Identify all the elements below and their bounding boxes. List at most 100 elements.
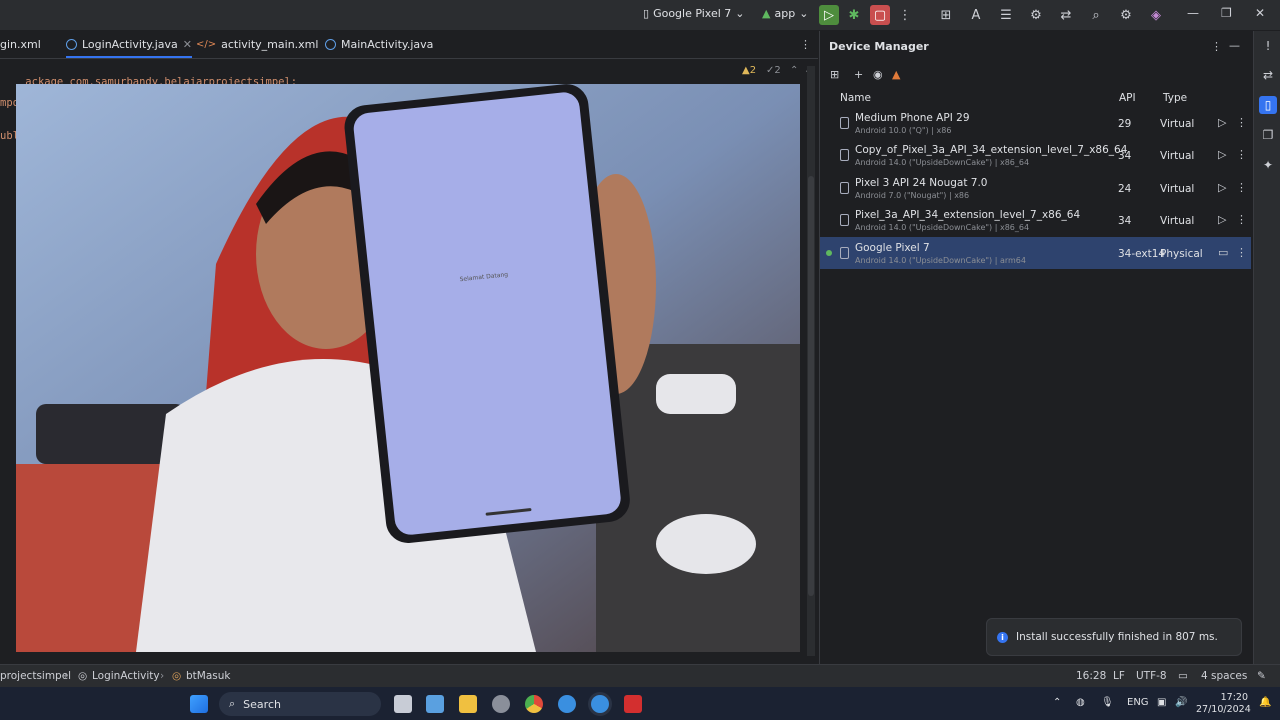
close-tab-icon[interactable]: ✕ xyxy=(183,38,192,51)
amd-software-icon[interactable] xyxy=(624,695,642,713)
device-row[interactable]: Medium Phone API 29 Android 10.0 ("Q") |… xyxy=(820,107,1251,139)
translate-icon[interactable]: A xyxy=(966,5,986,25)
lock-icon[interactable]: ✎ xyxy=(1257,670,1266,682)
microphone-icon[interactable]: 🎙 xyxy=(1101,697,1114,708)
file-encoding[interactable]: UTF-8 xyxy=(1136,670,1167,682)
search-label: Search xyxy=(243,697,281,711)
more-icon[interactable]: ⋮ xyxy=(1236,116,1247,129)
file-explorer-icon[interactable] xyxy=(459,695,477,713)
cursor-position[interactable]: 16:28 xyxy=(1076,670,1106,682)
mirror-device-icon[interactable]: ▭ xyxy=(1218,246,1228,259)
photos-icon[interactable] xyxy=(426,695,444,713)
sync-icon[interactable]: ☰ xyxy=(996,5,1016,25)
camera-icon[interactable] xyxy=(492,695,510,713)
device-type: Virtual xyxy=(1160,150,1195,162)
webcam-scene-image: Selamat Datang xyxy=(16,84,800,652)
device-type: Physical xyxy=(1160,248,1203,260)
device-api: 34 xyxy=(1118,150,1132,162)
warnings-indicator[interactable]: ▲2 xyxy=(742,65,756,76)
more-icon[interactable]: ⋮ xyxy=(1236,181,1247,194)
settings-icon[interactable]: ⚙ xyxy=(1116,5,1136,25)
notification-toast[interactable]: i Install successfully finished in 807 m… xyxy=(986,618,1242,656)
language-indicator[interactable]: ENG xyxy=(1127,697,1149,708)
launch-icon[interactable]: ▷ xyxy=(1218,116,1226,129)
project-structure-icon[interactable]: ⊞ xyxy=(936,5,956,25)
add-device-icon[interactable]: + xyxy=(854,68,863,81)
show-hidden-icons-icon[interactable]: ⌃ xyxy=(1053,697,1061,708)
maximize-icon[interactable]: ❐ xyxy=(1221,6,1232,20)
indent-setting[interactable]: 4 spaces xyxy=(1201,670,1247,682)
device-name: Pixel_3a_API_34_extension_level_7_x86_64 xyxy=(855,209,1081,221)
device-row-selected[interactable]: Google Pixel 7 Android 14.0 ("UpsideDown… xyxy=(820,237,1251,269)
device-groups-icon[interactable]: ⊞ xyxy=(830,68,839,81)
firebase-icon[interactable]: ▲ xyxy=(892,68,900,81)
device-row[interactable]: Pixel_3a_API_34_extension_level_7_x86_64… xyxy=(820,204,1251,236)
tab-login-activity[interactable]: LoginActivity.java ✕ xyxy=(66,38,193,58)
notifications-icon[interactable]: 🔔 xyxy=(1259,697,1271,708)
stop-button[interactable]: ▢ xyxy=(870,5,890,25)
more-icon[interactable]: ⋮ xyxy=(1236,148,1247,161)
device-explorer-icon[interactable]: ❐ xyxy=(1259,126,1277,144)
debug-icon[interactable]: ✱ xyxy=(844,5,864,25)
taskbar-search[interactable]: ⌕ Search xyxy=(219,692,381,716)
tab-label: activity_main.xml xyxy=(221,38,319,51)
wifi-pair-icon[interactable]: ◉ xyxy=(873,68,883,81)
breadcrumb-field[interactable]: btMasuk xyxy=(186,670,230,682)
device-row[interactable]: Copy_of_Pixel_3a_API_34_extension_level_… xyxy=(820,139,1251,171)
android-studio-icon[interactable] xyxy=(558,695,576,713)
launch-icon[interactable]: ▷ xyxy=(1218,148,1226,161)
virtual-device-icon xyxy=(840,149,849,161)
column-name[interactable]: Name xyxy=(840,92,871,104)
windows-start-icon[interactable] xyxy=(190,695,208,713)
breadcrumb-separator-icon: › xyxy=(64,670,69,682)
breadcrumb-project[interactable]: projectsimpel xyxy=(0,670,71,682)
right-tool-strip: ! ⇄ ▯ ❐ ✦ xyxy=(1253,31,1280,664)
device-row[interactable]: Pixel 3 API 24 Nougat 7.0 Android 7.0 ("… xyxy=(820,172,1251,204)
device-mirror-icon[interactable]: ⇄ xyxy=(1056,5,1076,25)
chrome-icon[interactable] xyxy=(525,695,543,713)
taskbar-clock[interactable]: 17:20 27/10/2024 xyxy=(1196,692,1251,716)
info-icon: i xyxy=(997,631,1008,643)
search-icon[interactable]: ⌕ xyxy=(1086,5,1106,25)
device-manager-icon[interactable]: ▯ xyxy=(1259,96,1277,114)
close-icon[interactable]: ✕ xyxy=(1255,6,1265,20)
gemini-icon[interactable]: ! xyxy=(1259,37,1277,55)
network-icon[interactable]: ▣ xyxy=(1157,697,1166,708)
task-view-icon[interactable] xyxy=(394,695,412,713)
panel-options-icon[interactable]: ⋮ xyxy=(1211,40,1222,53)
more-icon[interactable]: ⋮ xyxy=(1236,213,1247,226)
windows-taskbar: ⌕ Search ⌃ ◍ 🎙 ENG ▣ 🔊 17:20 27/10/2024 … xyxy=(0,687,1280,720)
column-api[interactable]: API xyxy=(1119,92,1136,104)
device-selector[interactable]: ▯ Google Pixel 7 ⌄ xyxy=(643,7,745,20)
run-button[interactable]: ▷ xyxy=(819,5,839,25)
tab-activity-main[interactable]: </> activity_main.xml xyxy=(196,38,318,51)
running-devices-icon[interactable]: ⇄ xyxy=(1259,66,1277,84)
tab-login-xml[interactable]: gin.xml xyxy=(0,38,41,51)
volume-icon[interactable]: 🔊 xyxy=(1175,697,1187,708)
chevron-down-icon: ⌄ xyxy=(799,7,809,20)
more-icon[interactable]: ⋮ xyxy=(1236,246,1247,259)
tab-main-activity[interactable]: MainActivity.java xyxy=(325,38,433,51)
steam-icon[interactable]: ◍ xyxy=(1076,697,1085,708)
tabs-menu-icon[interactable]: ⋮ xyxy=(800,38,811,51)
checks-indicator[interactable]: ✓2 xyxy=(766,65,781,76)
breadcrumb-class[interactable]: LoginActivity xyxy=(92,670,160,682)
launch-icon[interactable]: ▷ xyxy=(1218,181,1226,194)
android-icon: ▲ xyxy=(762,7,771,20)
more-icon[interactable]: ⋮ xyxy=(895,5,915,25)
column-type[interactable]: Type xyxy=(1163,92,1187,104)
line-separator[interactable]: LF xyxy=(1113,670,1125,682)
minimize-icon[interactable]: — xyxy=(1187,6,1199,20)
hide-panel-icon[interactable]: — xyxy=(1229,39,1240,52)
chevron-up-icon[interactable]: ⌃ xyxy=(790,65,798,76)
tab-label: gin.xml xyxy=(0,38,41,51)
launch-icon[interactable]: ▷ xyxy=(1218,213,1226,226)
ai-assistant-icon[interactable]: ✦ xyxy=(1259,156,1277,174)
sdk-manager-icon[interactable]: ⚙ xyxy=(1026,5,1046,25)
device-details: Android 14.0 ("UpsideDownCake") | arm64 xyxy=(855,256,1026,265)
android-studio-active-icon[interactable] xyxy=(591,695,609,713)
scrollbar-thumb[interactable] xyxy=(808,176,814,596)
run-config-selector[interactable]: ▲ app ⌄ xyxy=(762,7,808,20)
plugin-icon[interactable]: ◈ xyxy=(1146,5,1166,25)
readonly-toggle-icon[interactable]: ▭ xyxy=(1178,670,1188,682)
